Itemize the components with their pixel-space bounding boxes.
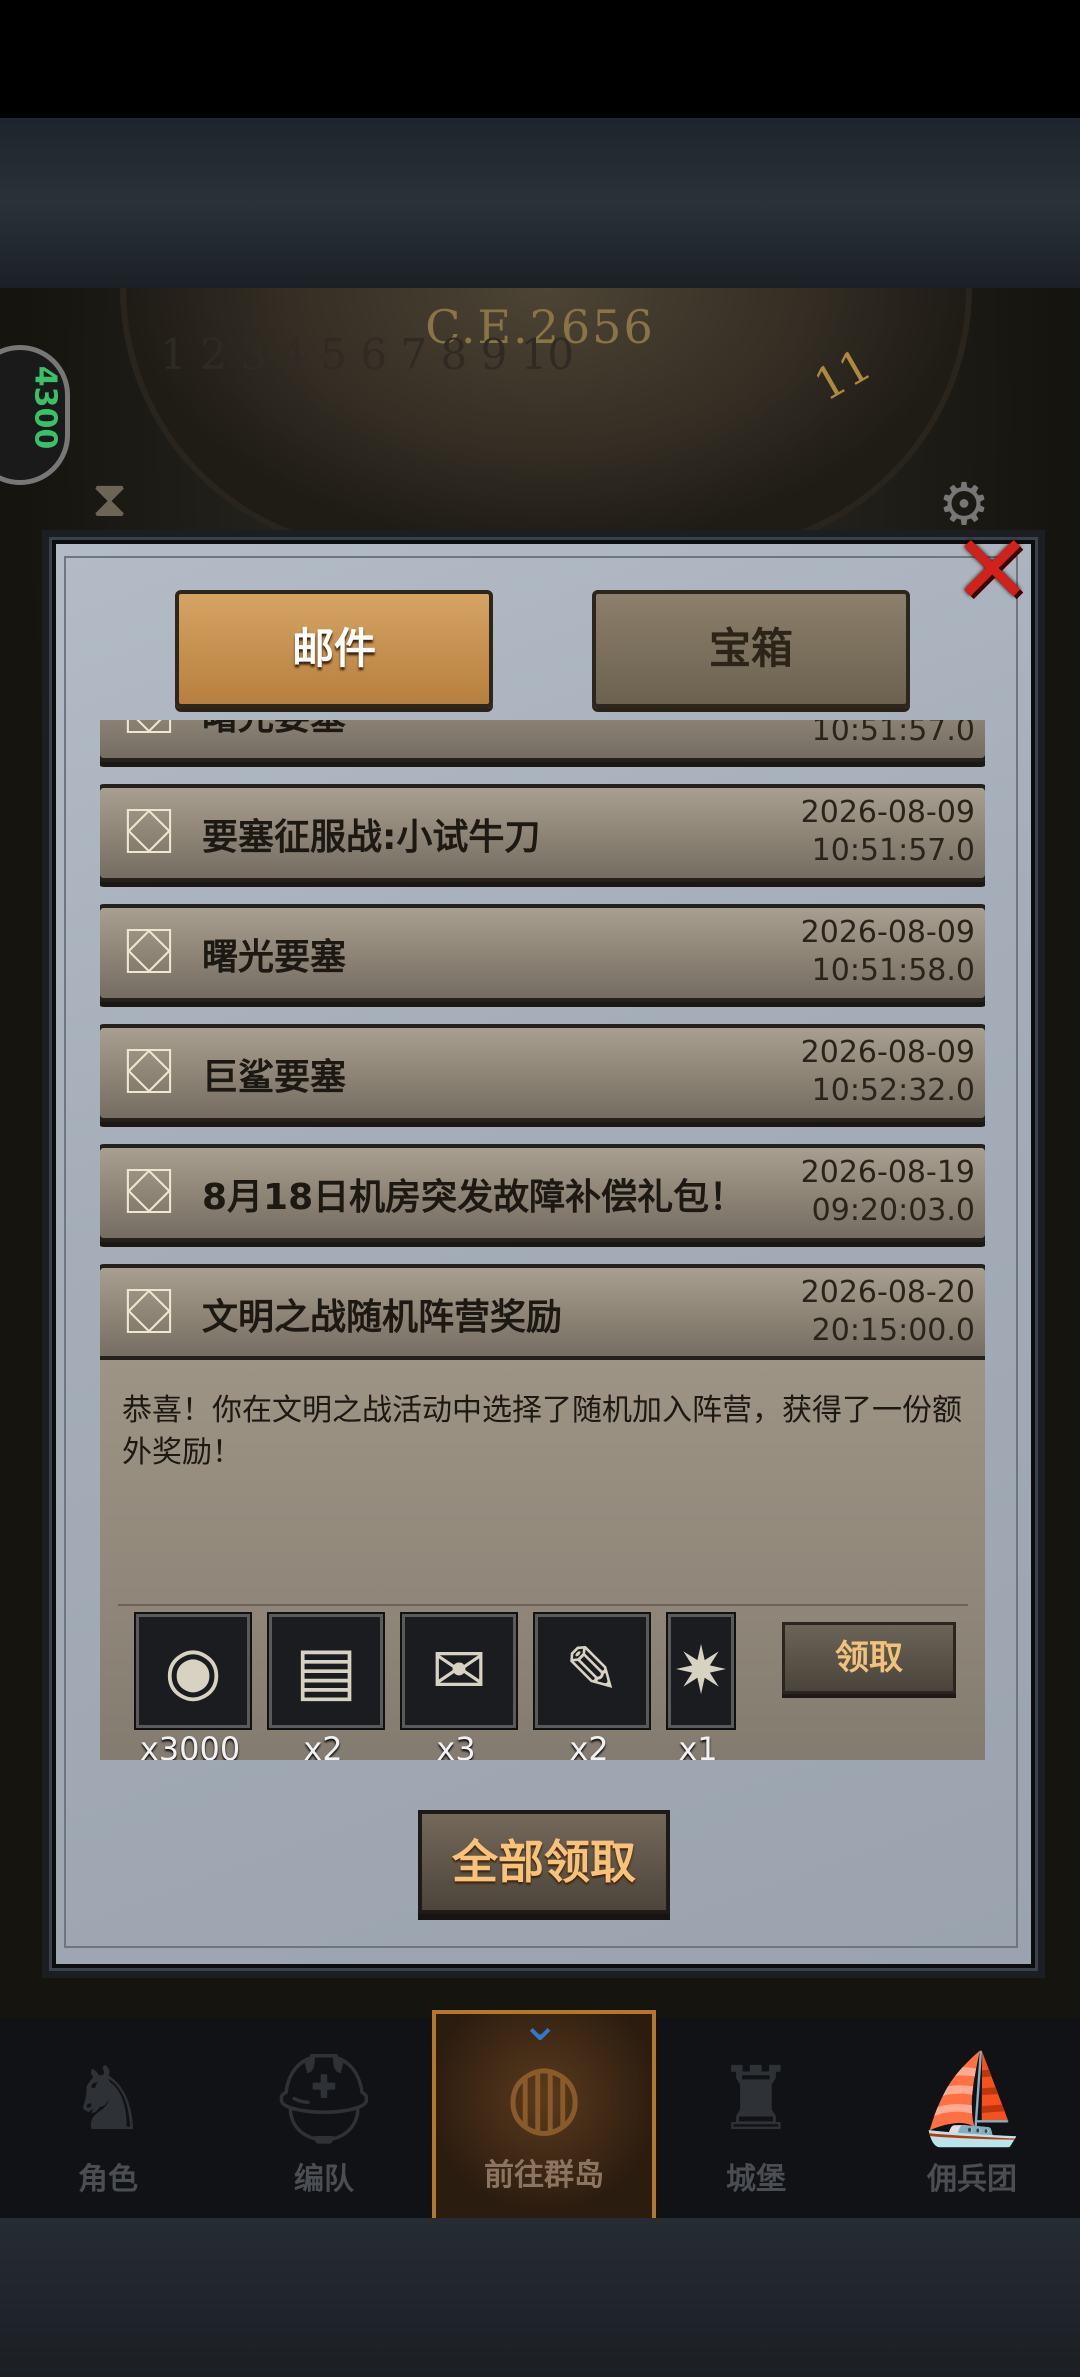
chest-icon: ⛋ [124,915,174,989]
tab-chest[interactable]: 宝箱 [592,590,910,708]
mail-date: 2026-08-20 20:15:00.0 [800,1275,975,1348]
nav-mercenary[interactable]: ⛵ 佣兵团 [864,2018,1080,2218]
compass-star-icon[interactable]: ✷ [668,1614,734,1728]
island-icon: ◍ [505,2043,583,2146]
ship-icon: ⛵ [917,2047,1027,2150]
mail-title: 文明之战随机阵营奖励 [202,1297,563,1338]
item-qty: x1 [678,1730,718,1760]
mail-row[interactable]: ⛋ 要塞征服战:小试牛刀 2026-08-09 10:51:57.0 [100,788,985,878]
chest-icon: ⛋ [124,1035,174,1109]
nav-castle[interactable]: ♜ 城堡 [648,2018,864,2218]
scroll-icon[interactable]: ✉ [402,1614,516,1728]
mail-date: 2026-08-09 10:51:57.0 [800,795,975,868]
chevron-down-icon: ⌄ [520,1996,561,2052]
top-band [0,118,1080,288]
mail-title: 曙光要塞 [202,937,347,978]
tab-mail[interactable]: 邮件 [175,590,493,708]
bottom-band [0,2218,1080,2377]
claim-all-button[interactable]: 全部领取 [418,1810,670,1914]
nav-character[interactable]: ♞ 角色 [0,2018,216,2218]
mail-date: 2026-08-09 10:52:32.0 [800,1035,975,1108]
mail-row[interactable]: ⛋ 曙光要塞 2026-08-09 10:51:58.0 [100,908,985,998]
mail-row-open[interactable]: ⛋ 文明之战随机阵营奖励 2026-08-20 20:15:00.0 [100,1268,985,1358]
chest-icon: ⛋ [124,1155,174,1229]
sealed-scroll-icon[interactable]: ✎ [535,1614,649,1728]
mail-title: 8月18日机房突发故障补偿礼包！ [202,1177,746,1218]
close-icon[interactable]: ✕ [952,522,1032,618]
item-qty: x3 [436,1730,476,1760]
mail-row[interactable]: ⛋ 8月18日机房突发故障补偿礼包！ 2026-08-19 09:20:03.0 [100,1148,985,1238]
mail-title: 要塞征服战:小试牛刀 [202,817,541,858]
item-qty: x2 [303,1730,343,1760]
map-scroll-icon[interactable]: ▤ [269,1614,383,1728]
mail-date: 10:51:57.0 [811,720,975,748]
chest-icon: ⛋ [124,795,174,869]
mail-body: 恭喜！你在文明之战活动中选择了随机加入阵营，获得了一份额外奖励！ [122,1393,962,1470]
nav-squad[interactable]: ⛑ 编队 [216,2018,432,2218]
mail-detail: 恭喜！你在文明之战活动中选择了随机加入阵营，获得了一份额外奖励！ ◉ x3000… [100,1360,985,1760]
mail-list[interactable]: ⛋ 曙光要塞 10:51:57.0 ⛋ 要塞征服战:小试牛刀 2026-08-0… [100,720,985,1760]
mail-row[interactable]: ⛋ 巨鲨要塞 2026-08-09 10:52:32.0 [100,1028,985,1118]
side-resource-badge[interactable]: 4300 [0,345,70,485]
mail-date: 2026-08-19 09:20:03.0 [800,1155,975,1228]
knight-icon: ♞ [68,2047,148,2150]
hourglass-icon: ⧗ [92,470,128,528]
status-bar [0,0,1080,118]
dial-numbers: 1 2 3 4 5 6 7 8 9 10 [160,330,575,379]
helmet-icon: ⛑ [268,2047,380,2150]
mail-row[interactable]: ⛋ 曙光要塞 10:51:57.0 [100,720,985,758]
open-chest-icon: ⛋ [124,1275,174,1349]
side-resource-value: 4300 [27,365,63,450]
claim-button[interactable]: 领取 [782,1622,956,1694]
item-qty: x3000 [139,1730,241,1760]
chest-icon: ⛋ [110,720,188,752]
mail-date: 2026-08-09 10:51:58.0 [800,915,975,988]
mail-title: 巨鲨要塞 [202,1057,347,1098]
mail-title: 曙光要塞 [202,720,346,740]
silver-coin-icon[interactable]: ◉ [136,1614,250,1728]
castle-icon: ♜ [716,2047,796,2150]
divider [118,1604,968,1606]
